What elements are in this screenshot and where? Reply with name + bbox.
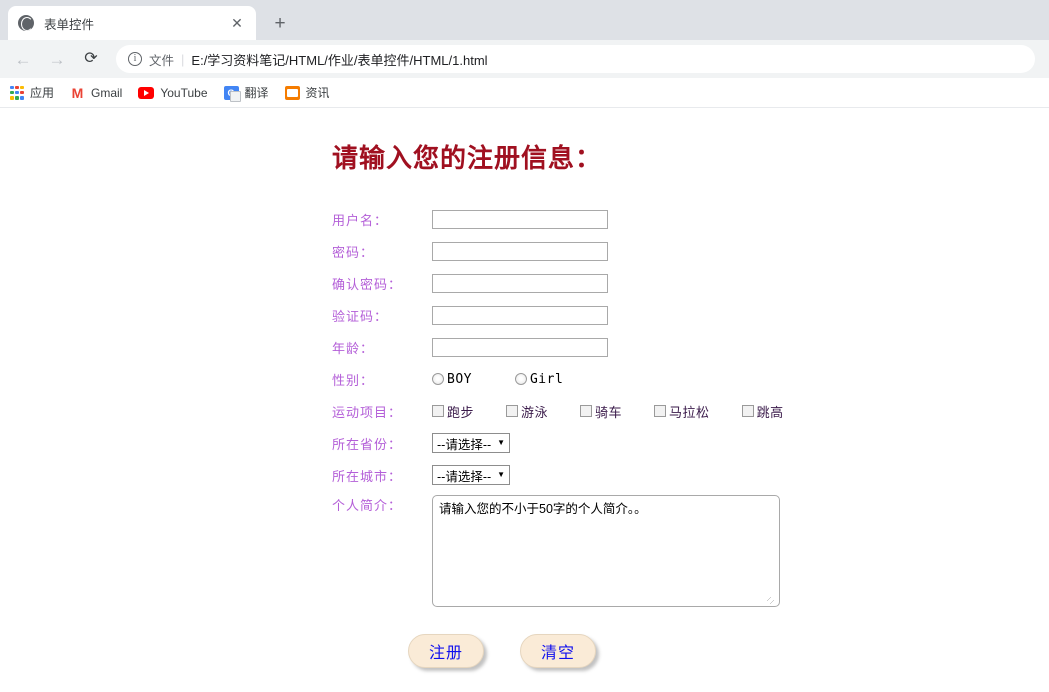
tab-strip: 表单控件 ✕ + (0, 0, 1049, 40)
checkbox-label: 游泳 (521, 405, 549, 421)
checkbox-square-icon[interactable] (432, 405, 444, 417)
info-icon[interactable]: i (128, 52, 142, 66)
form-row-sports: 运动项目： 跑步 游泳 骑车 马拉松 跳高 (332, 395, 1049, 427)
checkbox-label: 骑车 (595, 405, 623, 421)
province-select[interactable]: --请选择-- ▼ (432, 433, 511, 453)
bookmark-youtube[interactable]: YouTube (138, 85, 208, 100)
confirm-password-input[interactable] (432, 273, 608, 293)
bookmark-label: Gmail (91, 85, 123, 100)
bookmark-label: 翻译 (244, 86, 269, 100)
checkbox-sport-marathon[interactable]: 马拉松 (654, 402, 710, 421)
checkbox-sport-highjump[interactable]: 跳高 (741, 402, 784, 421)
bookmark-apps[interactable]: 应用 (10, 84, 54, 101)
bookmark-label: YouTube (160, 85, 208, 100)
form-row-city: 所在城市： --请选择-- ▼ (332, 459, 1049, 491)
radio-gender-boy[interactable]: BOY (432, 372, 472, 387)
label-sports: 运动项目： (332, 405, 403, 421)
radio-gender-girl[interactable]: Girl (514, 371, 564, 387)
omnibox-separator: | (181, 51, 185, 67)
reset-button[interactable]: 清空 (520, 634, 596, 668)
label-province: 所在省份： (332, 437, 403, 453)
close-icon[interactable]: ✕ (228, 14, 246, 32)
label-bio: 个人简介： (332, 499, 403, 514)
browser-window: 表单控件 ✕ + ← → ⟳ i 文件 | E:/学习资料笔记/HTML/作业/… (0, 0, 1049, 692)
form-actions: 注册 清空 (332, 634, 1049, 668)
checkbox-square-icon[interactable] (580, 405, 593, 417)
chevron-down-icon: ▼ (497, 470, 506, 479)
form-row-password: 密码： (332, 235, 1049, 267)
checkbox-sport-swimming[interactable]: 游泳 (506, 402, 548, 421)
bookmarks-bar: 应用 M Gmail YouTube G 翻译 资讯 (0, 78, 1049, 108)
captcha-input[interactable] (432, 305, 608, 325)
page-title: 请输入您的注册信息： (332, 144, 603, 173)
reload-icon[interactable]: ⟳ (76, 44, 106, 74)
tab-active[interactable]: 表单控件 ✕ (8, 6, 256, 40)
checkbox-sport-cycling[interactable]: 骑车 (580, 402, 622, 421)
browser-toolbar: ← → ⟳ i 文件 | E:/学习资料笔记/HTML/作业/表单控件/HTML… (0, 40, 1049, 78)
checkbox-label: 马拉松 (669, 405, 710, 421)
form-row-province: 所在省份： --请选择-- ▼ (332, 427, 1049, 459)
label-city: 所在城市： (332, 469, 403, 485)
registration-form: 请输入您的注册信息： 用户名： 密码： 确认密码： 验证码： 年龄： 性别： B… (0, 108, 1049, 668)
address-bar[interactable]: i 文件 | E:/学习资料笔记/HTML/作业/表单控件/HTML/1.htm… (116, 45, 1035, 73)
chevron-down-icon: ▼ (497, 438, 506, 447)
bio-textarea[interactable] (432, 495, 780, 607)
radio-circle-icon[interactable] (432, 373, 444, 385)
checkbox-label: 跳高 (756, 405, 784, 421)
gmail-icon: M (71, 84, 84, 101)
bookmark-translate[interactable]: G 翻译 (223, 84, 269, 102)
province-select-value: --请选择-- (437, 437, 492, 452)
label-captcha: 验证码： (332, 309, 389, 325)
tab-title: 表单控件 (44, 17, 95, 32)
form-row-username: 用户名： (332, 203, 1049, 235)
globe-icon (18, 15, 34, 31)
submit-button[interactable]: 注册 (408, 634, 484, 668)
form-row-age: 年龄： (332, 331, 1049, 363)
youtube-icon (138, 86, 155, 99)
apps-grid-icon (10, 85, 24, 100)
new-tab-button[interactable]: + (266, 9, 294, 37)
radio-circle-icon[interactable] (514, 373, 527, 385)
label-age: 年龄： (332, 341, 375, 357)
checkbox-square-icon[interactable] (741, 405, 754, 417)
form-row-bio: 个人简介： (332, 495, 1049, 612)
bookmark-label: 资讯 (305, 86, 330, 100)
checkbox-label: 跑步 (447, 405, 475, 421)
form-row-gender: 性别： BOY Girl (332, 363, 1049, 395)
omnibox-scheme-label: 文件 (149, 53, 175, 68)
label-username: 用户名： (332, 213, 389, 229)
bookmark-gmail[interactable]: M Gmail (70, 84, 123, 101)
sports-checkbox-group: 跑步 游泳 骑车 马拉松 跳高 (432, 402, 816, 421)
city-select[interactable]: --请选择-- ▼ (432, 465, 511, 485)
radio-label: Girl (529, 371, 564, 387)
google-translate-icon: G (223, 85, 241, 102)
label-password: 密码： (332, 245, 375, 261)
checkbox-square-icon[interactable] (654, 405, 667, 417)
news-icon (284, 85, 300, 100)
city-select-value: --请选择-- (437, 469, 492, 484)
omnibox-url-text: E:/学习资料笔记/HTML/作业/表单控件/HTML/1.html (191, 52, 488, 68)
checkbox-square-icon[interactable] (506, 405, 519, 417)
age-input[interactable] (432, 337, 608, 357)
back-icon[interactable]: ← (8, 44, 38, 74)
radio-label: BOY (447, 371, 472, 387)
label-confirm-password: 确认密码： (332, 277, 403, 293)
bookmark-news[interactable]: 资讯 (284, 84, 330, 101)
page-content: 请输入您的注册信息： 用户名： 密码： 确认密码： 验证码： 年龄： 性别： B… (0, 108, 1049, 692)
bio-textarea-wrapper (432, 495, 780, 612)
gender-radio-group: BOY Girl (432, 372, 606, 387)
bookmark-label: 应用 (30, 86, 55, 100)
form-row-captcha: 验证码： (332, 299, 1049, 331)
password-input[interactable] (432, 241, 608, 261)
username-input[interactable] (432, 209, 608, 229)
form-row-confirm-password: 确认密码： (332, 267, 1049, 299)
label-gender: 性别： (332, 373, 375, 389)
checkbox-sport-running[interactable]: 跑步 (432, 402, 474, 421)
forward-icon[interactable]: → (42, 44, 72, 74)
